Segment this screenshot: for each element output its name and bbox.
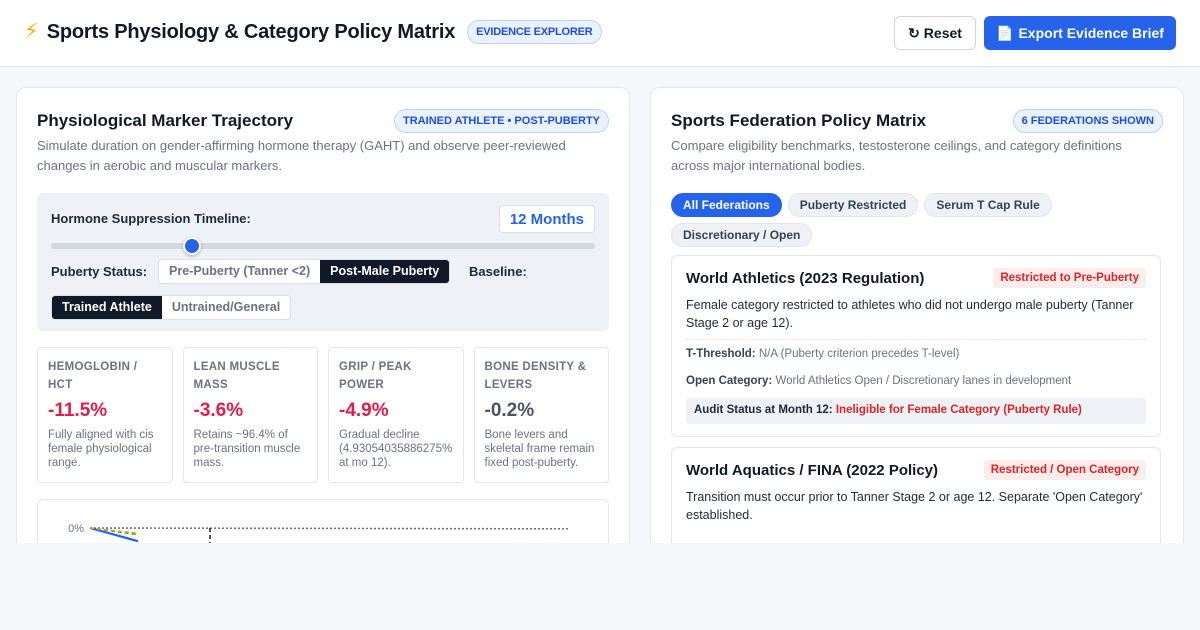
timeline-slider[interactable] bbox=[51, 237, 595, 255]
refresh-icon: ↻ bbox=[908, 24, 920, 41]
federations-count-badge: 6 FEDERATIONS SHOWN bbox=[1012, 109, 1163, 133]
t-threshold-row: T-Threshold: N/A (Puberty criterion prec… bbox=[686, 348, 959, 360]
reset-button-label: Reset bbox=[923, 25, 962, 41]
series-line-0 bbox=[89, 527, 571, 530]
marker-note: Gradual decline (4.93054035886275% at mo… bbox=[339, 429, 453, 469]
t-threshold-value: N/A (Puberty criterion precedes T-level) bbox=[758, 348, 960, 360]
puberty-status-toggle[interactable]: Pre-Puberty (Tanner <2) Post-Male Pubert… bbox=[158, 259, 451, 284]
baseline-option-untrained[interactable]: Untrained/General bbox=[162, 296, 290, 319]
lightning-bolt-icon: ⚡ bbox=[24, 20, 39, 43]
y-tick-label: 0% bbox=[68, 523, 84, 535]
top-bar: ⚡ Sports Physiology & Category Policy Ma… bbox=[0, 0, 1200, 67]
marker-card-bone-density: Bone Density & Levers -0.2% Bone levers … bbox=[473, 347, 609, 483]
puberty-option-post[interactable]: Post-Male Puberty bbox=[320, 260, 450, 283]
app-title: Sports Physiology & Category Policy Matr… bbox=[46, 20, 456, 43]
federation-description: Female category restricted to athletes w… bbox=[686, 298, 1134, 330]
puberty-status-label: Puberty Status: bbox=[51, 264, 148, 279]
marker-cards: Hemoglobin / HCT -11.5% Fully aligned wi… bbox=[37, 347, 609, 483]
baseline-option-trained[interactable]: Trained Athlete bbox=[52, 296, 162, 319]
timeline-label: Hormone Suppression Timeline: bbox=[51, 211, 251, 226]
panel-subtitle: Compare eligibility benchmarks, testoste… bbox=[671, 138, 1122, 173]
open-category-row: Open Category: World Athletics Open / Di… bbox=[686, 375, 1071, 387]
brand: ⚡ Sports Physiology & Category Policy Ma… bbox=[24, 20, 602, 44]
federation-status-tag: Restricted to Pre-Puberty bbox=[993, 268, 1146, 288]
open-category-label: Open Category: bbox=[686, 375, 773, 387]
timeline-value: 12 Months bbox=[498, 205, 595, 233]
trajectory-chart-svg: 0% bbox=[68, 523, 571, 543]
open-category-value: World Athletics Open / Discretionary lan… bbox=[775, 375, 1072, 387]
federation-status-tag: Restricted / Open Category bbox=[983, 460, 1146, 480]
marker-value: -0.2% bbox=[484, 400, 535, 421]
policy-matrix-panel: Sports Federation Policy Matrix 6 FEDERA… bbox=[650, 87, 1184, 543]
document-icon: 📄 bbox=[996, 24, 1014, 41]
marker-note: Retains ~96.4% of pre-transition muscle … bbox=[193, 429, 301, 469]
audit-status-label: Audit Status at Month 12: bbox=[694, 404, 833, 416]
divider bbox=[686, 339, 1146, 340]
panel-title: Physiological Marker Trajectory bbox=[37, 111, 294, 130]
marker-trajectory-panel: Physiological Marker Trajectory TRAINED … bbox=[16, 87, 630, 543]
filter-all-federations[interactable]: All Federations bbox=[671, 193, 782, 217]
audit-status-value: Ineligible for Female Category (Puberty … bbox=[835, 404, 1082, 416]
panel-subtitle: Simulate duration on gender-affirming ho… bbox=[37, 138, 566, 173]
simulation-controls: Hormone Suppression Timeline: 12 Months … bbox=[37, 193, 609, 331]
marker-name: Hemoglobin / HCT bbox=[48, 361, 138, 391]
main-content: Physiological Marker Trajectory TRAINED … bbox=[0, 67, 1200, 543]
export-evidence-button[interactable]: 📄 Export Evidence Brief bbox=[984, 16, 1176, 50]
federation-filters: All Federations Puberty Restricted Serum… bbox=[671, 193, 1161, 247]
reset-button[interactable]: ↻ Reset bbox=[894, 16, 976, 50]
marker-value: -11.5% bbox=[48, 400, 108, 421]
puberty-option-pre[interactable]: Pre-Puberty (Tanner <2) bbox=[159, 260, 320, 283]
marker-value: -4.9% bbox=[339, 400, 389, 421]
marker-note: Fully aligned with cis female physiologi… bbox=[48, 429, 154, 469]
export-button-label: Export Evidence Brief bbox=[1018, 25, 1164, 41]
marker-card-grip-power: Grip / Peak Power -4.9% Gradual decline … bbox=[328, 347, 464, 483]
audit-status: Audit Status at Month 12: Ineligible for… bbox=[686, 398, 1146, 424]
trajectory-chart: 0% bbox=[37, 499, 609, 543]
filter-serum-t-cap[interactable]: Serum T Cap Rule bbox=[924, 193, 1052, 217]
marker-value: -3.6% bbox=[193, 400, 244, 421]
athlete-profile-badge: TRAINED ATHLETE • POST-PUBERTY bbox=[394, 109, 609, 133]
panel-title: Sports Federation Policy Matrix bbox=[671, 111, 927, 130]
federation-card-world-aquatics[interactable]: World Aquatics / FINA (2022 Policy) Rest… bbox=[671, 447, 1161, 543]
slider-thumb[interactable] bbox=[183, 237, 202, 255]
marker-note: Bone levers and skeletal frame remain fi… bbox=[484, 429, 595, 469]
federation-name: World Aquatics / FINA (2022 Policy) bbox=[686, 462, 938, 479]
evidence-explorer-badge: EVIDENCE EXPLORER bbox=[467, 20, 602, 44]
marker-card-hemoglobin: Hemoglobin / HCT -11.5% Fully aligned wi… bbox=[37, 347, 173, 483]
federation-description: Transition must occur prior to Tanner St… bbox=[686, 490, 1143, 522]
baseline-toggle[interactable]: Trained Athlete Untrained/General bbox=[51, 295, 292, 320]
marker-name: Bone Density & Levers bbox=[484, 361, 587, 391]
filter-puberty-restricted[interactable]: Puberty Restricted bbox=[787, 193, 919, 217]
t-threshold-label: T-Threshold: bbox=[686, 348, 756, 360]
slider-track-fill bbox=[51, 243, 193, 249]
marker-name: Grip / Peak Power bbox=[339, 361, 412, 391]
federation-name: World Athletics (2023 Regulation) bbox=[686, 270, 925, 287]
marker-card-lean-muscle: Lean Muscle Mass -3.6% Retains ~96.4% of… bbox=[182, 347, 318, 483]
filter-discretionary-open[interactable]: Discretionary / Open bbox=[671, 223, 813, 247]
federation-card-world-athletics[interactable]: World Athletics (2023 Regulation) Restri… bbox=[671, 255, 1161, 437]
baseline-label: Baseline: bbox=[469, 264, 527, 279]
marker-name: Lean Muscle Mass bbox=[193, 361, 280, 391]
